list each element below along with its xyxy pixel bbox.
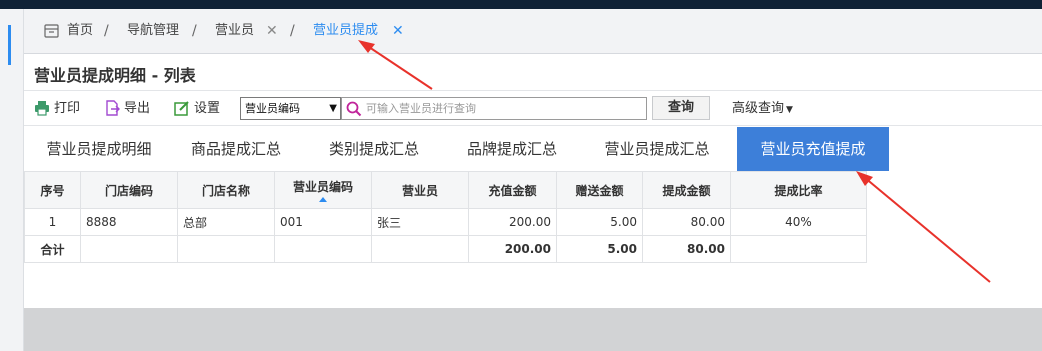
empty-area [24,308,1042,351]
advanced-query-label: 高级查询 [732,101,785,116]
table-total-row: 合计 200.00 5.00 80.00 [24,235,867,263]
table-cell [80,235,178,263]
left-sidebar-strip [0,9,24,351]
column-header-sorted[interactable]: 营业员编码 [274,171,372,209]
home-icon[interactable] [44,24,59,38]
export-icon [106,100,120,116]
search-icon [346,101,362,117]
tab-category-summary[interactable]: 类别提成汇总 [308,127,440,171]
page-title: 营业员提成明细 - 列表 [34,66,196,85]
query-button[interactable]: 查询 [652,96,710,120]
sort-ascending-icon [319,197,327,202]
column-header[interactable]: 提成金额 [642,171,731,209]
breadcrumb-separator: / [290,23,295,39]
print-button[interactable]: 打印 [34,100,80,118]
select-value: 营业员编码 [245,102,300,115]
table-cell [274,235,372,263]
tab-brand-summary[interactable]: 品牌提成汇总 [446,127,578,171]
search-input[interactable]: 可输入营业员进行查询 [341,97,647,120]
table-cell: 80.00 [642,235,731,263]
table-cell [730,235,867,263]
settings-button[interactable]: 设置 [174,100,220,118]
print-label: 打印 [54,101,81,116]
breadcrumb-nav-manage[interactable]: 导航管理 [127,22,179,40]
advanced-query-dropdown[interactable]: 高级查询 ▼ [732,100,793,119]
column-header[interactable]: 门店名称 [177,171,275,209]
table-cell: 合计 [24,235,81,263]
column-header[interactable]: 序号 [24,171,81,209]
active-indicator [8,25,11,65]
search-field-select[interactable]: 营业员编码 ▼ [240,97,341,120]
column-header[interactable]: 提成比率 [730,171,867,209]
column-header-label: 营业员编码 [292,180,353,194]
table-cell: 40% [730,208,867,236]
printer-icon [35,101,49,116]
breadcrumb-home[interactable]: 首页 [67,22,93,40]
top-header-bar [0,0,1042,9]
table-cell: 80.00 [642,208,731,236]
export-label: 导出 [124,101,151,116]
table-cell: 1 [24,208,81,236]
column-header[interactable]: 赠送金额 [556,171,643,209]
tab-bar: 营业员提成明细 商品提成汇总 类别提成汇总 品牌提成汇总 营业员提成汇总 营业员… [24,127,1042,171]
table-cell: 200.00 [468,208,557,236]
column-header[interactable]: 充值金额 [468,171,557,209]
caret-down-icon: ▼ [786,105,793,115]
column-header[interactable]: 营业员 [371,171,469,209]
table-cell [371,235,469,263]
close-icon[interactable]: ✕ [266,22,278,40]
table-cell: 8888 [80,208,178,236]
settings-label: 设置 [194,101,221,116]
table-cell: 5.00 [556,235,643,263]
breadcrumb: 首页 / 导航管理 / 营业员 ✕ / 营业员提成 ✕ [24,9,1042,53]
table-cell: 001 [274,208,372,236]
search-placeholder: 可输入营业员进行查询 [366,102,476,115]
breadcrumb-separator: / [192,23,197,39]
edit-settings-icon [174,101,189,116]
table-cell: 5.00 [556,208,643,236]
breadcrumb-commission[interactable]: 营业员提成 [313,22,378,40]
toolbar: 打印 导出 设置 营业员编码 ▼ 可输入营业员进行查询 查询 高级查询 ▼ [24,90,1042,126]
column-header[interactable]: 门店编码 [80,171,178,209]
tab-recharge-commission[interactable]: 营业员充值提成 [737,127,889,171]
breadcrumb-separator: / [104,23,109,39]
tab-commission-detail[interactable]: 营业员提成明细 [34,127,164,171]
chevron-down-icon: ▼ [329,103,337,114]
table-cell: 张三 [371,208,469,236]
table-row[interactable]: 1 8888 总部 001 张三 200.00 5.00 80.00 40% [24,208,867,236]
export-button[interactable]: 导出 [104,100,150,118]
main-panel: 营业员提成明细 - 列表 打印 导出 设置 营业员编码 ▼ 可输入营业员进行查询… [24,53,1042,308]
close-icon[interactable]: ✕ [392,22,404,40]
tab-salesperson-summary[interactable]: 营业员提成汇总 [584,127,730,171]
table-header-row: 序号 门店编码 门店名称 营业员编码 营业员 充值金额 赠送金额 提成金额 提成… [24,171,867,209]
table-cell [177,235,275,263]
table-cell: 总部 [177,208,275,236]
table-cell: 200.00 [468,235,557,263]
breadcrumb-salesperson[interactable]: 营业员 [215,22,254,40]
tab-product-summary[interactable]: 商品提成汇总 [170,127,302,171]
data-table: 序号 门店编码 门店名称 营业员编码 营业员 充值金额 赠送金额 提成金额 提成… [24,171,867,263]
